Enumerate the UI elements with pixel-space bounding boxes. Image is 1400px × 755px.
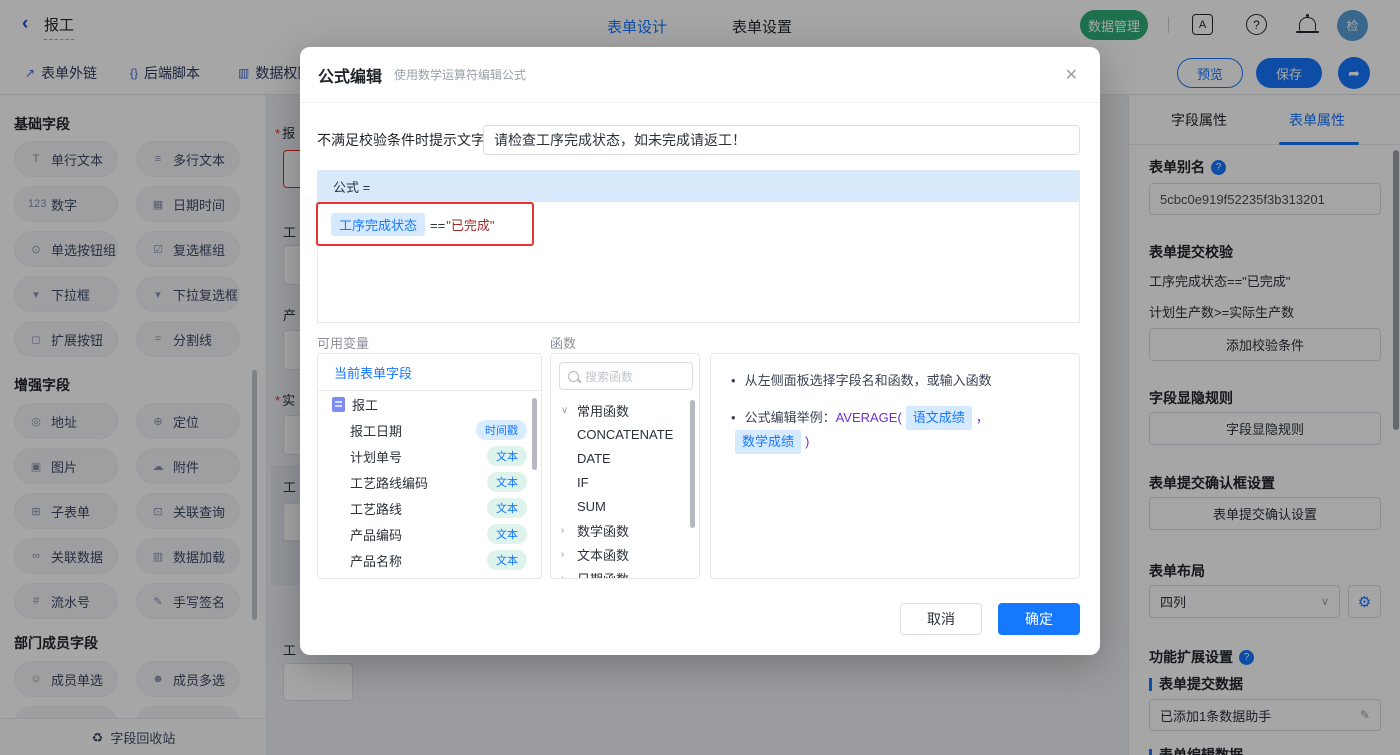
variable-row[interactable]: 工艺路线编码 文本 (318, 469, 541, 495)
functions-panel: 搜索函数 ∨ 常用函数 CONCATENATE DATE IF SUM › 数学函数… (550, 353, 700, 579)
close-icon[interactable]: ✕ (1065, 65, 1078, 85)
function-group-date[interactable]: › 日期函数 (551, 566, 699, 579)
search-placeholder: 搜索函数 (585, 369, 634, 384)
function-group-label: 日期函数 (577, 571, 630, 579)
functions-scrollbar[interactable] (690, 400, 695, 528)
prompt-text-input[interactable] (483, 125, 1080, 155)
function-item-sum[interactable]: SUM (551, 494, 699, 518)
formula-operator: == (430, 218, 446, 233)
function-tree: ∨ 常用函数 CONCATENATE DATE IF SUM › 数学函数 › 文本函… (551, 398, 699, 579)
functions-header: 函数 (550, 336, 577, 351)
formula-field-token[interactable]: 工序完成状态 (331, 213, 426, 236)
variable-label: 计划单号 (350, 449, 403, 465)
function-group-math[interactable]: › 数学函数 (551, 518, 699, 542)
type-badge: 时间戳 (476, 420, 527, 440)
search-icon (568, 370, 579, 382)
form-doc-icon (332, 396, 345, 412)
variable-row[interactable]: 工艺路线 文本 (318, 495, 541, 521)
variable-row[interactable]: 计划单号 文本 (318, 443, 541, 469)
chevron-right-icon: › (561, 548, 565, 560)
function-group-common[interactable]: ∨ 常用函数 (551, 398, 699, 422)
function-item-concatenate[interactable]: CONCATENATE (551, 422, 699, 446)
hint-bullet-1: 从左侧面板选择字段名和函数，或输入函数 (731, 370, 1059, 392)
cancel-button[interactable]: 取消 (900, 603, 982, 635)
variable-root-row[interactable]: 报工 (318, 391, 541, 417)
formula-block: 公式 = 工序完成状态 =="已完成" (317, 170, 1080, 323)
variable-label: 工艺路线 (350, 501, 403, 517)
hint-example-comma: ， (975, 410, 989, 425)
hint-example-token: 语文成绩 (905, 406, 972, 430)
app-screen: ‹ 报工 表单设计 表单设置 数据管理 A ? 检 ↗ 表单外链 {} 后端脚本… (0, 0, 1400, 755)
hint-example-token: 数学成绩 (735, 430, 802, 454)
type-badge: 文本 (487, 472, 527, 492)
type-badge: 文本 (487, 524, 527, 544)
function-group-label: 数学函数 (577, 523, 630, 539)
hint-text: 从左侧面板选择字段名和函数，或输入函数 (744, 373, 992, 388)
formula-prefix: 公式 = (317, 170, 1080, 202)
variable-root-label: 报工 (352, 397, 379, 413)
formula-editor-modal: 公式编辑 使用数学运算符编辑公式 ✕ 不满足校验条件时提示文字: 公式 = 工序… (300, 47, 1100, 655)
hint-example-close: ) (805, 434, 810, 449)
variable-label: 产品名称 (350, 553, 403, 569)
formula-editor[interactable]: 工序完成状态 =="已完成" (317, 202, 1080, 323)
hint-example-prefix: 公式编辑举例： (744, 410, 836, 425)
variables-tab-current-form[interactable]: 当前表单字段 (318, 354, 541, 391)
variables-header: 可用变量 (317, 336, 370, 351)
prompt-text-label: 不满足校验条件时提示文字: (317, 132, 489, 148)
variable-row[interactable]: 产品名称 文本 (318, 547, 541, 573)
modal-subtitle: 使用数学运算符编辑公式 (394, 68, 527, 82)
variables-scrollbar[interactable] (532, 398, 537, 470)
hint-example-function: AVERAGE( (835, 410, 902, 425)
variable-row[interactable]: 产品编码 文本 (318, 521, 541, 547)
function-group-label: 常用函数 (577, 403, 630, 419)
formula-string-literal: "已完成" (446, 218, 495, 233)
function-item-if[interactable]: IF (551, 470, 699, 494)
confirm-button[interactable]: 确定 (998, 603, 1080, 635)
type-badge: 文本 (487, 550, 527, 570)
function-group-label: 文本函数 (577, 547, 630, 563)
variable-label: 工艺路线编码 (350, 475, 429, 491)
variables-panel: 当前表单字段 报工 报工日期 时间戳 计划单号 文本 工艺路线编码 文本 工艺路线 文本… (317, 353, 542, 579)
variable-row[interactable]: 报工日期 时间戳 (318, 417, 541, 443)
type-badge: 文本 (487, 446, 527, 466)
variable-label: 报工日期 (350, 423, 403, 439)
modal-title: 公式编辑 (318, 68, 383, 86)
hints-panel: 从左侧面板选择字段名和函数，或输入函数 公式编辑举例：AVERAGE(语文成绩，… (710, 353, 1080, 579)
type-badge: 文本 (487, 498, 527, 518)
function-search[interactable]: 搜索函数 (559, 362, 693, 390)
function-item-date[interactable]: DATE (551, 446, 699, 470)
chevron-right-icon: › (561, 572, 565, 579)
variable-label: 产品编码 (350, 527, 403, 543)
modal-header: 公式编辑 使用数学运算符编辑公式 (300, 47, 1100, 103)
hint-bullet-2: 公式编辑举例：AVERAGE(语文成绩， 数学成绩) (731, 406, 1059, 454)
function-group-text[interactable]: › 文本函数 (551, 542, 699, 566)
chevron-down-icon: ∨ (561, 404, 569, 416)
chevron-right-icon: › (561, 524, 565, 536)
